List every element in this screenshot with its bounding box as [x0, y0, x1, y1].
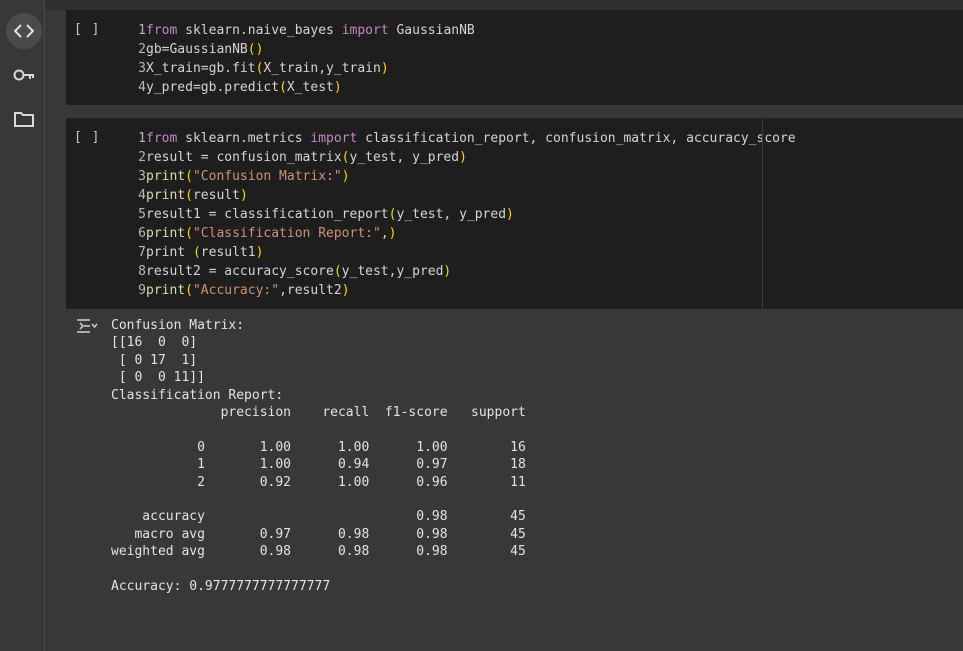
files-button[interactable]: [6, 101, 42, 137]
code-token: result: [192, 188, 240, 203]
code-token: sklearn.metrics: [177, 131, 311, 146]
code-token: ): [239, 188, 248, 203]
line-number: 2: [138, 150, 146, 165]
code-token: (: [192, 245, 201, 260]
line-number: 9: [138, 283, 146, 298]
code-token: sklearn.naive_bayes: [177, 23, 342, 38]
code-token: ): [388, 226, 397, 241]
code-token: y_test,y_pred: [341, 264, 444, 279]
folder-icon: [14, 112, 34, 127]
output-menu-icon: [77, 319, 98, 333]
left-sidebar: [0, 0, 45, 651]
code-token: ,: [380, 226, 389, 241]
code-token: ): [459, 150, 467, 165]
code-line: 3X_train=gb.fit(X_train,y_train): [126, 59, 475, 78]
run-cell-button[interactable]: [ ]: [74, 130, 100, 145]
code-line: 2gb=GaussianNB(): [126, 40, 475, 59]
notebook-area: [ ] 1from sklearn.naive_bayes import Gau…: [45, 0, 963, 651]
line-number: 5: [138, 207, 146, 222]
code-token: from: [146, 23, 178, 38]
line-number: 4: [138, 188, 146, 203]
line-number: 2: [138, 42, 146, 57]
code-line: 3print("Confusion Matrix:"): [126, 167, 796, 186]
top-divider: [45, 0, 963, 10]
code-token: (: [185, 283, 193, 298]
code-line: 2result = confusion_matrix(y_test, y_pre…: [126, 148, 796, 167]
key-icon: [13, 69, 34, 81]
code-token: result1: [200, 245, 256, 260]
code-token: gb=GaussianNB: [146, 42, 248, 57]
code-token: print: [146, 226, 186, 241]
code-icon: [14, 24, 34, 38]
code-token: "Confusion Matrix:": [192, 169, 342, 184]
code-token: ): [341, 169, 350, 184]
code-token: "Accuracy:": [192, 283, 280, 298]
code-token: ): [380, 61, 389, 76]
code-token: print: [146, 188, 186, 203]
cell-output: Confusion Matrix: [[16 0 0] [ 0 17 1] [ …: [66, 310, 963, 651]
line-number: 3: [138, 61, 146, 76]
line-length-ruler: [762, 118, 763, 309]
code-token: classification_report, confusion_matrix,…: [357, 131, 796, 146]
code-line: 6print("Classification Report:",): [126, 224, 796, 243]
code-line: 8result2 = accuracy_score(y_test,y_pred): [126, 262, 796, 281]
line-number: 1: [138, 131, 146, 146]
code-snippets-button[interactable]: [6, 13, 42, 49]
code-cell-1[interactable]: [ ] 1from sklearn.naive_bayes import Gau…: [66, 10, 963, 105]
code-token: (: [185, 169, 193, 184]
line-number: 4: [138, 80, 146, 95]
code-line: 4print(result): [126, 186, 796, 205]
code-line: 7print (result1): [126, 243, 796, 262]
code-token: (: [341, 150, 350, 165]
line-number: 7: [138, 245, 146, 260]
line-number: 8: [138, 264, 146, 279]
code-token: y_pred=gb.predict: [146, 80, 280, 95]
code-line: 1from sklearn.naive_bayes import Gaussia…: [126, 21, 475, 40]
code-token: GaussianNB: [388, 23, 475, 38]
code-token: (: [185, 188, 193, 203]
code-editor[interactable]: 1from sklearn.naive_bayes import Gaussia…: [126, 21, 475, 97]
code-token: y_test, y_pred: [396, 207, 507, 222]
code-token: from: [146, 131, 178, 146]
code-token: (): [247, 42, 264, 57]
code-token: ): [255, 245, 264, 260]
code-editor[interactable]: 1from sklearn.metrics import classificat…: [126, 129, 796, 300]
code-token: ): [506, 207, 514, 222]
code-cell-2[interactable]: [ ] 1from sklearn.metrics import classif…: [66, 118, 963, 309]
code-token: X_train,y_train: [263, 61, 381, 76]
code-line: 4y_pred=gb.predict(X_test): [126, 78, 475, 97]
code-token: ): [443, 264, 452, 279]
code-line: 5result1 = classification_report(y_test,…: [126, 205, 796, 224]
code-token: print: [146, 245, 193, 260]
line-number: 1: [138, 23, 146, 38]
code-token: ): [341, 283, 350, 298]
code-token: print: [146, 283, 186, 298]
run-cell-button[interactable]: [ ]: [74, 22, 100, 37]
code-token: (: [279, 80, 287, 95]
secrets-button[interactable]: [6, 57, 42, 93]
code-token: X_train=gb.fit: [146, 61, 256, 76]
code-token: result1 = classification_report: [146, 207, 389, 222]
output-text: Confusion Matrix: [[16 0 0] [ 0 17 1] [ …: [111, 318, 526, 595]
code-token: (: [333, 264, 342, 279]
line-number: 3: [138, 169, 146, 184]
code-token: y_test, y_pred: [349, 150, 460, 165]
code-line: 1from sklearn.metrics import classificat…: [126, 129, 796, 148]
line-number: 6: [138, 226, 146, 241]
code-token: X_test: [286, 80, 334, 95]
output-actions-button[interactable]: [76, 318, 98, 338]
code-token: import: [341, 23, 389, 38]
code-line: 9print("Accuracy:",result2): [126, 281, 796, 300]
code-token: result2 = accuracy_score: [146, 264, 334, 279]
code-token: (: [185, 226, 193, 241]
code-token: print: [146, 169, 186, 184]
code-token: "Classification Report:": [192, 226, 381, 241]
code-token: result = confusion_matrix: [146, 150, 342, 165]
code-token: import: [310, 131, 358, 146]
code-token: ): [333, 80, 342, 95]
code-token: ,result2: [279, 283, 342, 298]
